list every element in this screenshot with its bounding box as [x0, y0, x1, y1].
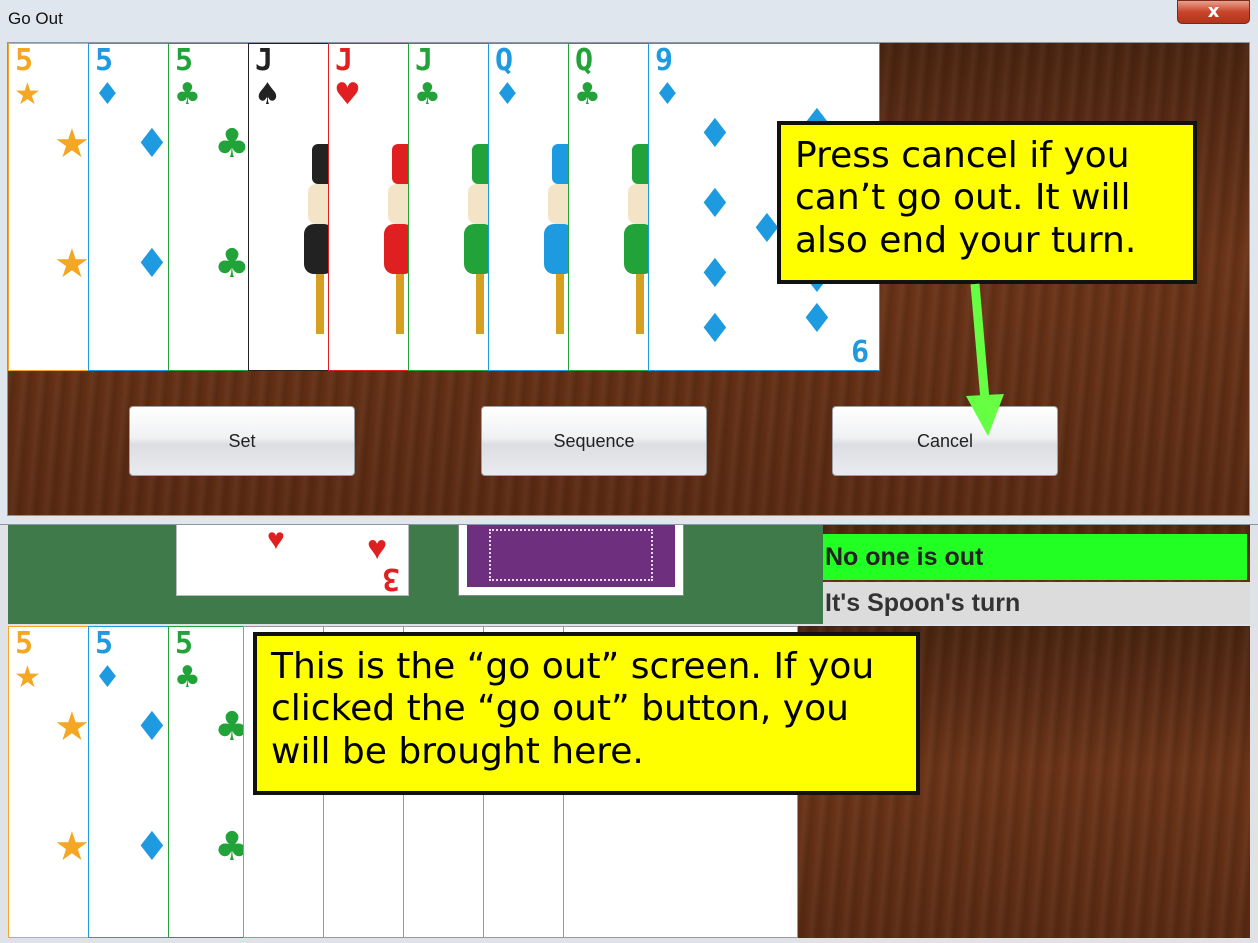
card-pip-icon: ♦: [799, 296, 835, 342]
card-suit-icon: ★: [14, 77, 41, 112]
card-rank: 5: [95, 43, 114, 78]
card-suit-icon: ♣: [174, 77, 201, 112]
sequence-button[interactable]: Sequence: [481, 406, 707, 476]
card-pip-icon: ♦: [697, 251, 733, 297]
card-suit-icon: ♦: [494, 77, 521, 112]
card-pip-icon: ★: [54, 121, 90, 167]
close-button[interactable]: x: [1177, 0, 1250, 24]
card-rank: J: [415, 43, 434, 78]
card-pip-icon: ♦: [134, 241, 170, 287]
card-pip-icon: ♣: [214, 241, 250, 287]
card-rank: J: [335, 43, 354, 78]
card-suit-icon: ♦: [654, 77, 681, 112]
card-rank: 5: [175, 43, 194, 78]
card-suit-icon: ♣: [414, 77, 441, 112]
close-icon: x: [1207, 1, 1220, 22]
discard-card[interactable]: ♥ ♥ 3: [176, 520, 409, 596]
status-turn: It's Spoon's turn: [823, 582, 1250, 624]
screen-callout: This is the “go out” screen. If you clic…: [253, 632, 920, 795]
cancel-callout: Press cancel if you can’t go out. It wil…: [777, 121, 1197, 284]
card-rank: 9: [655, 43, 674, 78]
card-suit-icon: ♦: [94, 660, 121, 695]
card-rank: 5: [15, 43, 34, 78]
set-button[interactable]: Set: [129, 406, 355, 476]
discard-rank: 3: [381, 561, 400, 596]
card-suit-icon: ♠: [254, 77, 281, 112]
status-out: No one is out: [823, 534, 1247, 580]
card-rank: J: [255, 43, 274, 78]
card-pip-icon: ★: [54, 824, 90, 870]
card-pip-icon: ♦: [697, 181, 733, 227]
card-pip-icon: ★: [54, 241, 90, 287]
card-pip-icon: ♦: [697, 306, 733, 352]
card-pip-icon: ♦: [134, 121, 170, 167]
card-suit-icon: ★: [14, 660, 41, 695]
card-pip-icon: ♦: [134, 824, 170, 870]
dialog-title: Go Out: [8, 9, 63, 28]
card-suit-icon: ♥: [334, 77, 361, 112]
card-rank: Q: [575, 43, 594, 78]
card-suit-icon: ♦: [94, 77, 121, 112]
card-rank-bottom: 9: [850, 332, 869, 367]
card-pip-icon: ♦: [697, 111, 733, 157]
discard-pips: ♥: [267, 523, 285, 556]
card-suit-icon: ♣: [574, 77, 601, 112]
felt-table: [8, 520, 823, 624]
card-rank: Q: [495, 43, 514, 78]
card-rank: 5: [175, 626, 194, 661]
card-rank: 5: [15, 626, 34, 661]
card-rank: 5: [95, 626, 114, 661]
card-pip-icon: ★: [54, 704, 90, 750]
card-pip-icon: ♣: [214, 121, 250, 167]
card-suit-icon: ♣: [174, 660, 201, 695]
dialog-hand: 5★★★5♦♦♦5♣♣♣J♠J♥J♣Q♦Q♣9♦♦♦♦♦♦♦♦♦♦9: [8, 43, 883, 371]
draw-pile[interactable]: [458, 520, 684, 596]
cancel-button[interactable]: Cancel: [832, 406, 1058, 476]
card-pip-icon: ♦: [134, 704, 170, 750]
